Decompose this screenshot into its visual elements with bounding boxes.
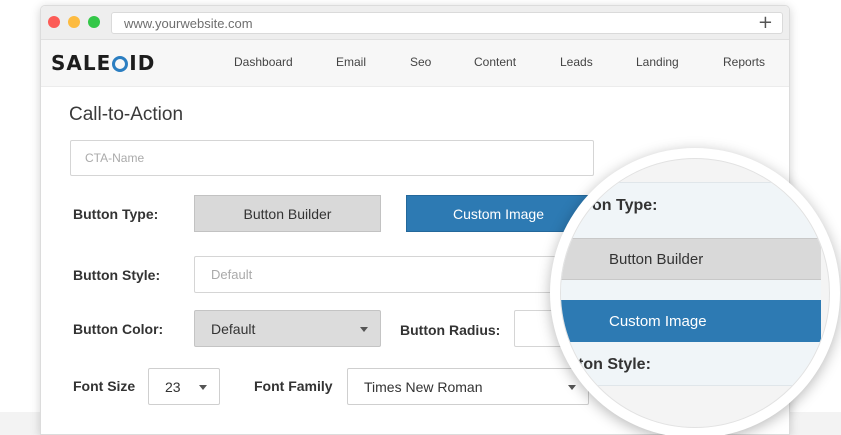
font-family-value: Times New Roman bbox=[364, 378, 483, 395]
address-bar[interactable]: www.yourwebsite.com + bbox=[111, 12, 783, 34]
chevron-down-icon bbox=[199, 384, 207, 390]
nav-reports[interactable]: Reports bbox=[723, 55, 765, 69]
maximize-window-icon[interactable] bbox=[88, 16, 100, 28]
magnifier-lens: on Type: Button Builder Custom Image ton… bbox=[550, 148, 840, 435]
button-color-value: Default bbox=[211, 320, 256, 337]
button-color-select[interactable]: Default bbox=[194, 310, 381, 347]
magnified-button-builder-button[interactable]: Button Builder bbox=[561, 238, 821, 280]
magnified-button-type-label: on Type: bbox=[592, 197, 658, 214]
nav-content[interactable]: Content bbox=[474, 55, 516, 69]
nav-landing[interactable]: Landing bbox=[636, 55, 679, 69]
nav-seo[interactable]: Seo bbox=[410, 55, 431, 69]
nav-leads[interactable]: Leads bbox=[560, 55, 593, 69]
button-builder-button[interactable]: Button Builder bbox=[194, 195, 381, 232]
magnifier-view: on Type: Button Builder Custom Image ton… bbox=[560, 158, 830, 428]
magnified-button-style-label: ton Style: bbox=[578, 356, 651, 373]
font-size-label: Font Size bbox=[73, 378, 136, 394]
button-radius-label: Button Radius: bbox=[400, 322, 501, 338]
nav-dashboard[interactable]: Dashboard bbox=[234, 55, 293, 69]
saleoid-logo[interactable]: SALE ID bbox=[51, 51, 155, 75]
nav-email[interactable]: Email bbox=[336, 55, 366, 69]
font-family-label: Font Family bbox=[254, 378, 333, 394]
button-style-field[interactable]: Default bbox=[194, 256, 594, 293]
button-style-label: Button Style: bbox=[73, 267, 161, 283]
cta-name-input[interactable] bbox=[70, 140, 594, 176]
font-family-select[interactable]: Times New Roman bbox=[347, 368, 589, 405]
close-window-icon[interactable] bbox=[48, 16, 60, 28]
url-text: www.yourwebsite.com bbox=[124, 16, 253, 31]
chevron-down-icon bbox=[360, 326, 368, 332]
plus-icon[interactable]: + bbox=[758, 12, 773, 33]
font-size-value: 23 bbox=[165, 378, 181, 395]
magnifier-panel: on Type: Button Builder Custom Image ton… bbox=[561, 182, 821, 386]
button-color-label: Button Color: bbox=[73, 321, 164, 337]
app-navbar: SALE ID Dashboard Email Seo Content Leads… bbox=[41, 40, 789, 87]
button-style-placeholder: Default bbox=[211, 267, 253, 282]
minimize-window-icon[interactable] bbox=[68, 16, 80, 28]
magnified-custom-image-button[interactable]: Custom Image bbox=[561, 300, 821, 342]
button-type-label: Button Type: bbox=[73, 206, 159, 222]
browser-titlebar: www.yourwebsite.com + bbox=[41, 6, 789, 40]
page-title: Call-to-Action bbox=[69, 104, 184, 125]
font-size-select[interactable]: 23 bbox=[148, 368, 220, 405]
logo-ring-icon bbox=[112, 56, 129, 72]
